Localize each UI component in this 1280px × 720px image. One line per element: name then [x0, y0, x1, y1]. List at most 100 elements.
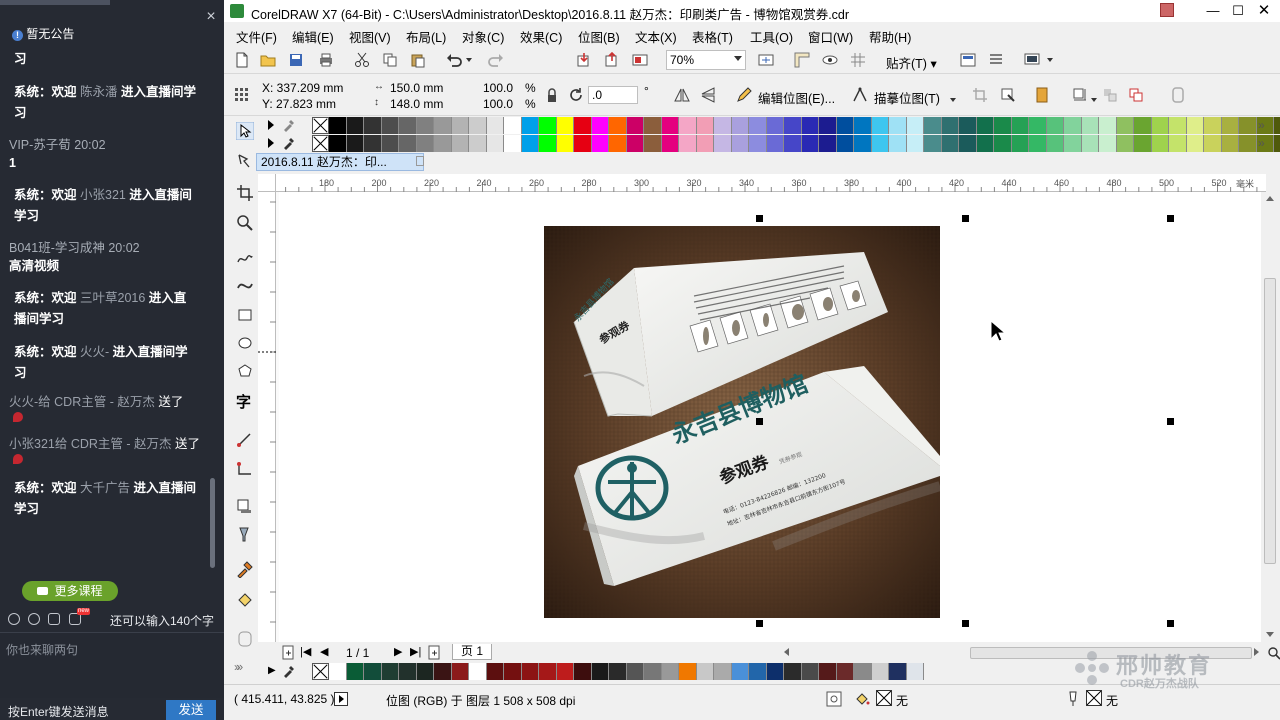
color-swatch[interactable]	[1116, 135, 1134, 152]
polygon-tool-icon[interactable]	[236, 362, 254, 380]
save-icon[interactable]	[288, 52, 304, 68]
menu-edit[interactable]: 编辑(E)	[292, 27, 334, 46]
color-swatch[interactable]	[801, 663, 819, 680]
color-swatch[interactable]	[434, 663, 452, 680]
color-eyedropper-icon[interactable]	[236, 560, 254, 578]
color-swatch[interactable]	[644, 117, 662, 134]
bitmap-color-mask-icon[interactable]	[1034, 87, 1050, 103]
color-swatch[interactable]	[679, 135, 697, 152]
color-swatch[interactable]	[889, 663, 907, 680]
color-swatch[interactable]	[941, 135, 959, 152]
color-swatch[interactable]	[749, 663, 767, 680]
color-swatch[interactable]	[1169, 135, 1187, 152]
selection-handle-s[interactable]	[962, 620, 969, 627]
color-swatch[interactable]	[854, 135, 872, 152]
color-swatch[interactable]	[591, 663, 609, 680]
color-swatch[interactable]	[924, 117, 942, 134]
selection-handle-e[interactable]	[1167, 418, 1174, 425]
color-swatch[interactable]	[714, 117, 732, 134]
selection-handle-sw[interactable]	[756, 620, 763, 627]
color-swatch[interactable]	[994, 135, 1012, 152]
color-swatch[interactable]	[381, 117, 399, 134]
color-swatch[interactable]	[381, 135, 399, 152]
color-swatch[interactable]	[346, 663, 364, 680]
ellipse-tool-icon[interactable]	[236, 334, 254, 352]
color-swatch[interactable]	[801, 117, 819, 134]
menu-layout[interactable]: 布局(L)	[406, 27, 446, 46]
shape-tool-icon[interactable]	[236, 152, 254, 170]
color-swatch[interactable]	[889, 135, 907, 152]
color-swatch[interactable]	[784, 117, 802, 134]
outline-none-swatch[interactable]	[1086, 690, 1102, 706]
horizontal-ruler[interactable]: 180 200 220 240 260 280 300 320 340 360 380 400 420 4…	[276, 174, 1266, 192]
scale-x[interactable]: 100.0	[483, 81, 513, 95]
color-swatch[interactable]	[556, 135, 574, 152]
wrap-dropdown-icon[interactable]	[1091, 98, 1097, 102]
color-swatch[interactable]	[959, 117, 977, 134]
interactive-fill-icon[interactable]	[236, 590, 254, 608]
color-swatch[interactable]	[696, 135, 714, 152]
trace-dropdown-icon[interactable]	[950, 98, 956, 102]
crop-bitmap-icon[interactable]	[972, 87, 988, 103]
publish-pdf-icon[interactable]	[632, 52, 648, 68]
color-swatch[interactable]	[1134, 135, 1152, 152]
color-swatch[interactable]	[1186, 135, 1204, 152]
parallel-dimension-icon[interactable]	[236, 432, 254, 450]
smart-fill-icon[interactable]	[236, 630, 254, 648]
last-page-icon[interactable]: ▶|	[410, 645, 421, 658]
color-swatch[interactable]	[644, 135, 662, 152]
bitmap-ticket-mockup[interactable]: 永吉县博物馆 参观券 永吉县博物馆 参观券 凭券参观 电话：0123-84226…	[544, 226, 940, 618]
combine-icon[interactable]	[1128, 87, 1144, 103]
undo-icon[interactable]	[446, 52, 462, 68]
color-swatch[interactable]	[801, 135, 819, 152]
menu-text[interactable]: 文本(X)	[635, 27, 677, 46]
more-courses-button[interactable]: 更多课程	[22, 581, 118, 601]
maximize-icon[interactable]: ☐	[1227, 2, 1249, 20]
no-color-swatch[interactable]	[312, 135, 329, 152]
artistic-media-icon[interactable]	[236, 276, 254, 294]
color-swatch[interactable]	[1169, 117, 1187, 134]
color-swatch[interactable]	[399, 117, 417, 134]
expand-toolbox-icon[interactable]: »	[234, 660, 241, 674]
page-tab-1[interactable]: 页 1	[452, 644, 493, 660]
fill-bucket-icon[interactable]	[854, 691, 870, 707]
object-origin-icon[interactable]	[234, 87, 250, 103]
color-swatch[interactable]	[1239, 117, 1257, 134]
close-window-icon[interactable]: ✕	[1253, 2, 1275, 20]
color-swatch[interactable]	[486, 135, 504, 152]
color-swatch[interactable]	[451, 663, 469, 680]
rectangle-tool-icon[interactable]	[236, 306, 254, 324]
close-icon[interactable]: ×	[204, 9, 218, 25]
menu-effects[interactable]: 效果(C)	[520, 27, 562, 46]
color-swatch[interactable]	[364, 135, 382, 152]
color-swatch[interactable]	[399, 135, 417, 152]
color-swatch[interactable]	[696, 117, 714, 134]
color-swatch[interactable]	[836, 117, 854, 134]
show-rulers-icon[interactable]	[794, 52, 810, 68]
color-swatch[interactable]	[416, 663, 434, 680]
color-swatch[interactable]	[1186, 117, 1204, 134]
scroll-down-icon[interactable]	[1266, 632, 1274, 637]
color-swatch[interactable]	[1274, 135, 1280, 152]
color-swatch[interactable]	[819, 663, 837, 680]
color-swatch[interactable]	[871, 135, 889, 152]
first-page-icon[interactable]: |◀	[300, 645, 311, 658]
color-swatch[interactable]	[521, 117, 539, 134]
menu-help[interactable]: 帮助(H)	[869, 27, 911, 46]
cut-icon[interactable]	[354, 52, 370, 68]
color-swatch[interactable]	[591, 117, 609, 134]
fill-none-swatch[interactable]	[876, 690, 892, 706]
color-swatch[interactable]	[521, 663, 539, 680]
selection-handle-ne[interactable]	[1167, 215, 1174, 222]
color-swatch[interactable]	[679, 117, 697, 134]
palette-scroll-icon[interactable]: »	[1258, 118, 1265, 132]
color-swatch[interactable]	[556, 663, 574, 680]
rotation-angle-input[interactable]: .0	[588, 86, 638, 104]
zoom-level-dropdown[interactable]: 70%	[666, 50, 746, 70]
user-icon[interactable]	[1160, 3, 1174, 17]
transparency-tool-icon[interactable]	[236, 526, 254, 544]
color-swatch[interactable]	[1046, 135, 1064, 152]
connector-tool-icon[interactable]	[236, 460, 254, 478]
color-swatch[interactable]	[924, 135, 942, 152]
color-swatch[interactable]	[451, 135, 469, 152]
